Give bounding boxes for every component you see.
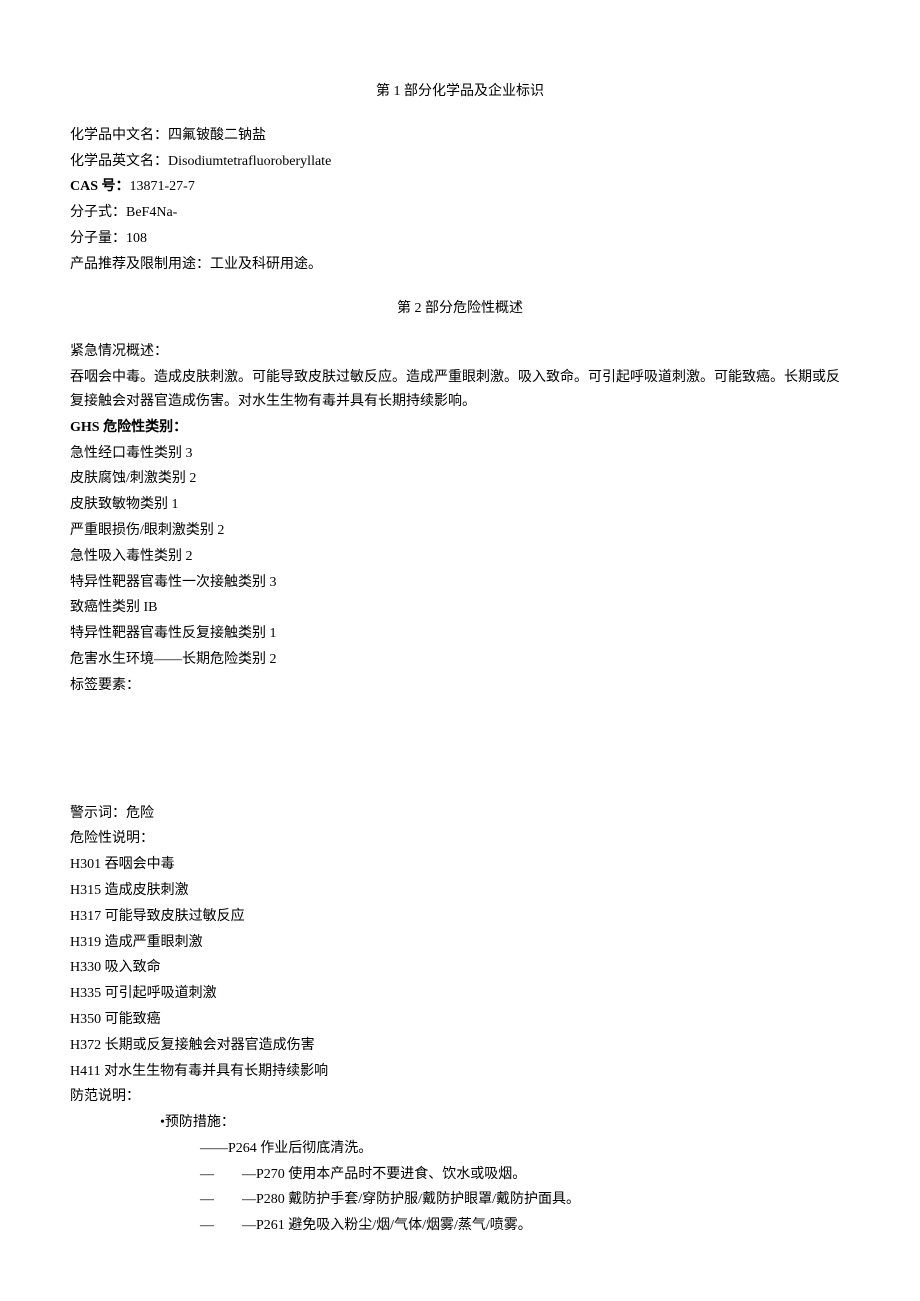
hazard-item: H335 可引起呼吸道刺激 — [70, 982, 850, 1006]
signal-word-value: 危险 — [126, 806, 154, 821]
hazard-item: H315 造成皮肤刺激 — [70, 879, 850, 903]
hazard-item: H301 吞咽会中毒 — [70, 853, 850, 877]
precaution-label: 防范说明： — [70, 1085, 850, 1109]
emergency-label: 紧急情况概述： — [70, 340, 850, 364]
ghs-item: 皮肤致敏物类别 1 — [70, 493, 850, 517]
section-1-title: 第 1 部分化学品及企业标识 — [70, 80, 850, 104]
label-formula: 分子式： — [70, 205, 126, 220]
value-use: 工业及科研用途。 — [210, 257, 322, 272]
field-formula: 分子式：BeF4Na- — [70, 201, 850, 225]
ghs-label: GHS 危险性类别： — [70, 416, 850, 440]
label-elements: 标签要素： — [70, 674, 850, 698]
ghs-item: 特异性靶器官毒性反复接触类别 1 — [70, 622, 850, 646]
hazard-item: H372 长期或反复接触会对器官造成伤害 — [70, 1034, 850, 1058]
field-english-name: 化学品英文名：Disodiumtetrafluoroberyllate — [70, 150, 850, 174]
hazard-item: H350 可能致癌 — [70, 1008, 850, 1032]
signal-word-label: 警示词： — [70, 806, 126, 821]
signal-word-line: 警示词：危险 — [70, 802, 850, 826]
value-mw: 108 — [126, 231, 147, 246]
value-cas: 13871-27-7 — [130, 179, 195, 194]
label-use: 产品推荐及限制用途： — [70, 257, 210, 272]
prevention-item: ——P264 作业后彻底清洗。 — [70, 1137, 850, 1161]
hazard-item: H330 吸入致命 — [70, 956, 850, 980]
value-chinese-name: 四氟铍酸二钠盐 — [168, 128, 266, 143]
section-2-title: 第 2 部分危险性概述 — [70, 297, 850, 321]
hazard-item: H319 造成严重眼刺激 — [70, 931, 850, 955]
field-mw: 分子量：108 — [70, 227, 850, 251]
field-chinese-name: 化学品中文名：四氟铍酸二钠盐 — [70, 124, 850, 148]
hazard-item: H411 对水生生物有毒并具有长期持续影响 — [70, 1060, 850, 1084]
ghs-item: 急性吸入毒性类别 2 — [70, 545, 850, 569]
ghs-item: 特异性靶器官毒性一次接触类别 3 — [70, 571, 850, 595]
prevention-list: ——P264 作业后彻底清洗。 — —P270 使用本产品时不要进食、饮水或吸烟… — [70, 1137, 850, 1238]
label-chinese-name: 化学品中文名： — [70, 128, 168, 143]
label-cas: CAS 号： — [70, 179, 130, 194]
ghs-item: 致癌性类别 IB — [70, 596, 850, 620]
ghs-list: 急性经口毒性类别 3 皮肤腐蚀/刺激类别 2 皮肤致敏物类别 1 严重眼损伤/眼… — [70, 442, 850, 672]
field-use: 产品推荐及限制用途：工业及科研用途。 — [70, 253, 850, 277]
emergency-text: 吞咽会中毒。造成皮肤刺激。可能导致皮肤过敏反应。造成严重眼刺激。吸入致命。可引起… — [70, 366, 850, 414]
prevention-item: — —P270 使用本产品时不要进食、饮水或吸烟。 — [70, 1163, 850, 1187]
pictogram-placeholder — [70, 700, 850, 800]
ghs-item: 皮肤腐蚀/刺激类别 2 — [70, 467, 850, 491]
hazard-list: H301 吞咽会中毒 H315 造成皮肤刺激 H317 可能导致皮肤过敏反应 H… — [70, 853, 850, 1083]
ghs-item: 急性经口毒性类别 3 — [70, 442, 850, 466]
label-mw: 分子量： — [70, 231, 126, 246]
value-formula: BeF4Na- — [126, 205, 177, 220]
field-cas: CAS 号：13871-27-7 — [70, 175, 850, 199]
ghs-item: 危害水生环境——长期危险类别 2 — [70, 648, 850, 672]
hazard-item: H317 可能导致皮肤过敏反应 — [70, 905, 850, 929]
ghs-item: 严重眼损伤/眼刺激类别 2 — [70, 519, 850, 543]
prevention-header: •预防措施： — [70, 1111, 850, 1135]
prevention-item: — —P280 戴防护手套/穿防护服/戴防护眼罩/戴防护面具。 — [70, 1188, 850, 1212]
hazard-label: 危险性说明： — [70, 827, 850, 851]
value-english-name: Disodiumtetrafluoroberyllate — [168, 154, 331, 169]
prevention-item: — —P261 避免吸入粉尘/烟/气体/烟雾/蒸气/喷雾。 — [70, 1214, 850, 1238]
label-english-name: 化学品英文名： — [70, 154, 168, 169]
